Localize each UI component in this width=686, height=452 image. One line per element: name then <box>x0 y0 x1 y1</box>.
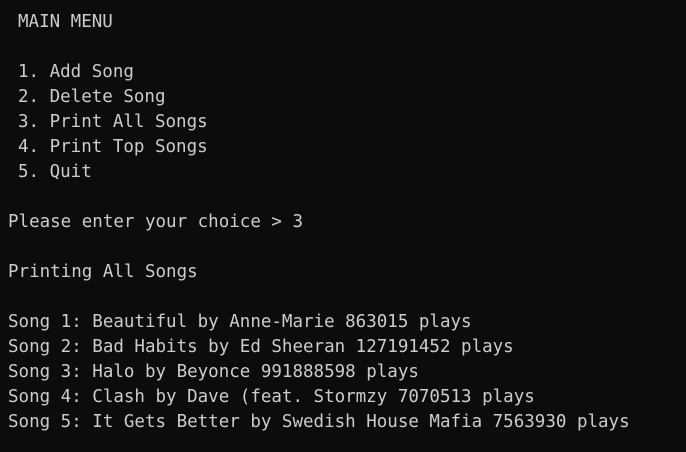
song-line-5: Song 5: It Gets Better by Swedish House … <box>8 412 630 432</box>
song-line-4: Song 4: Clash by Dave (feat. Stormzy 707… <box>8 387 535 407</box>
status-heading: Printing All Songs <box>8 262 198 282</box>
menu-item-print-all-songs: 3. Print All Songs <box>18 112 208 132</box>
menu-item-print-top-songs: 4. Print Top Songs <box>18 137 208 157</box>
menu-item-add-song: 1. Add Song <box>18 62 134 82</box>
choice-prompt[interactable]: Please enter your choice > 3 <box>0 210 686 235</box>
menu-item-quit: 5. Quit <box>18 162 92 182</box>
song-line-2: Song 2: Bad Habits by Ed Sheeran 1271914… <box>8 337 514 357</box>
song-line-3: Song 3: Halo by Beyonce 991888598 plays <box>8 362 419 382</box>
menu-item-delete-song: 2. Delete Song <box>18 87 166 107</box>
terminal-window: MAIN MENU 1. Add Song 2. Delete Song 3. … <box>0 0 686 452</box>
menu-title: MAIN MENU <box>18 12 113 32</box>
song-line-1: Song 1: Beautiful by Anne-Marie 863015 p… <box>8 312 472 332</box>
